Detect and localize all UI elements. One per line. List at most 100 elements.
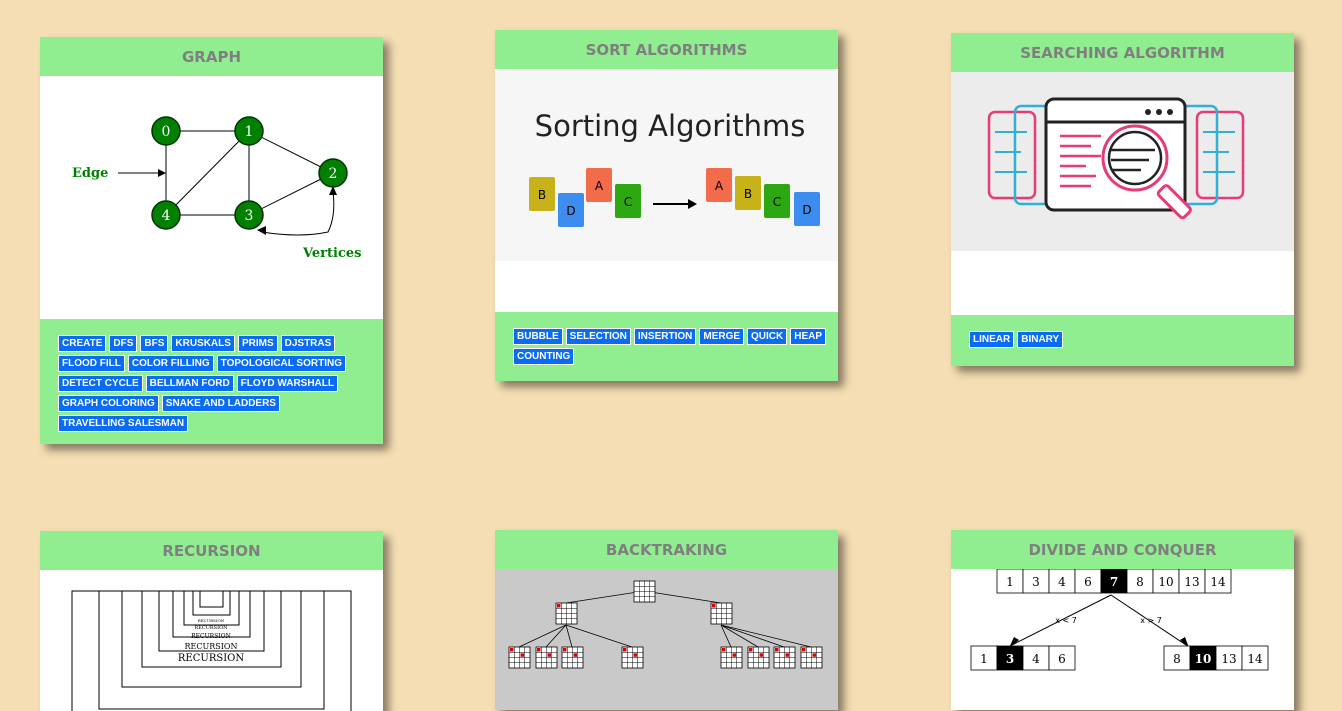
sort-buttons: BUBBLE SELECTION INSERTION MERGE QUICK H… <box>495 312 838 381</box>
create-button[interactable]: CREATE <box>58 335 107 352</box>
svg-text:10: 10 <box>1158 575 1173 589</box>
svg-text:6: 6 <box>1084 575 1092 589</box>
array-cell: 14 <box>1241 645 1269 671</box>
travelling-salesman-button[interactable]: TRAVELLING SALESMAN <box>58 415 189 432</box>
top-array: 1 3 4 6 7 8 10 13 14 <box>996 569 1232 594</box>
node-label: 0 <box>162 124 171 140</box>
recursion-card: RECURSION RECURSION RECURSION RECURSION … <box>40 531 383 711</box>
node-label: 3 <box>245 208 254 224</box>
merge-button[interactable]: MERGE <box>699 328 745 345</box>
search-buttons: LINEAR BINARY <box>951 315 1294 366</box>
right-condition: x > 7 <box>1140 616 1162 625</box>
left-condition: x < 7 <box>1055 616 1077 625</box>
divide-card: DIVIDE AND CONQUER 1 3 4 6 7 8 10 13 14 x < 7 x … <box>951 530 1294 710</box>
vertices-label: Vertices <box>302 246 361 261</box>
detect-cycle-button[interactable]: DETECT CYCLE <box>58 375 143 392</box>
chess-board <box>633 580 656 603</box>
chess-board <box>800 646 823 669</box>
recursion-word: RECURSION <box>198 618 225 623</box>
backtracking-image <box>495 569 838 710</box>
search-card-title: SEARCHING ALGORITHM <box>951 33 1294 72</box>
selection-button[interactable]: SELECTION <box>565 328 631 345</box>
chess-board <box>747 646 770 669</box>
chess-board <box>561 646 584 669</box>
svg-text:D: D <box>802 203 811 217</box>
chess-board <box>535 646 558 669</box>
svg-text:7: 7 <box>1110 575 1118 589</box>
array-cell: 3 <box>1022 569 1050 594</box>
left-array: 1346 <box>970 645 1076 671</box>
search-image <box>951 72 1294 315</box>
svg-text:A: A <box>715 179 724 193</box>
backtracking-card: BACKTRAKING <box>495 530 838 710</box>
chess-board <box>710 602 733 625</box>
array-cell: 14 <box>1204 569 1232 594</box>
svg-text:1: 1 <box>1006 575 1014 589</box>
array-cell: 1 <box>970 645 998 671</box>
flood-fill-button[interactable]: FLOOD FILL <box>58 355 125 372</box>
chess-board <box>773 646 796 669</box>
node-label: 4 <box>162 208 171 224</box>
djstras-button[interactable]: DJSTRAS <box>280 335 336 352</box>
bubble-button[interactable]: BUBBLE <box>513 328 563 345</box>
dfs-button[interactable]: DFS <box>109 335 138 352</box>
array-cell: 13 <box>1178 569 1206 594</box>
chess-board <box>555 602 578 625</box>
binary-button[interactable]: BINARY <box>1017 331 1064 348</box>
recursion-card-title: RECURSION <box>40 531 383 570</box>
counting-button[interactable]: COUNTING <box>513 348 575 365</box>
node-label: 2 <box>329 166 338 182</box>
linear-button[interactable]: LINEAR <box>969 331 1015 348</box>
edge-label: Edge <box>72 166 108 181</box>
heap-button[interactable]: HEAP <box>790 328 827 345</box>
color-filling-button[interactable]: COLOR FILLING <box>127 355 214 372</box>
array-cell: 6 <box>1074 569 1102 594</box>
array-cell: 3 <box>996 645 1024 671</box>
floyd-warshall-button[interactable]: FLOYD WARSHALL <box>236 375 338 392</box>
sort-card: SORT ALGORITHMS Sorting Algorithms B D A… <box>495 30 838 381</box>
search-card: SEARCHING ALGORITHM LINEAR BINARY <box>951 33 1294 366</box>
right-array: 8 10 13 14 <box>1163 645 1269 671</box>
quick-button[interactable]: QUICK <box>747 328 788 345</box>
graph-coloring-button[interactable]: GRAPH COLORING <box>58 395 159 412</box>
chess-board <box>621 646 644 669</box>
recursion-word: RECURSION <box>178 653 244 664</box>
array-cell: 8 <box>1126 569 1154 594</box>
svg-text:14: 14 <box>1210 575 1226 589</box>
graph-card: GRAPH 0 1 2 3 4 Edge Vertices CREATE DFS… <box>40 37 383 444</box>
recursion-word: RECURSION <box>191 633 231 640</box>
bellman-ford-button[interactable]: BELLMAN FORD <box>145 375 234 392</box>
bfs-button[interactable]: BFS <box>140 335 169 352</box>
svg-text:8: 8 <box>1136 575 1144 589</box>
backtracking-card-title: BACKTRAKING <box>495 530 838 569</box>
insertion-button[interactable]: INSERTION <box>633 328 697 345</box>
svg-text:C: C <box>773 195 781 209</box>
recursion-word: RECURSION <box>194 625 228 631</box>
svg-text:13: 13 <box>1184 575 1199 589</box>
prims-button[interactable]: PRIMS <box>237 335 278 352</box>
chess-board <box>720 646 743 669</box>
recursion-word: RECURSION <box>185 642 238 651</box>
array-cell: 13 <box>1215 645 1243 671</box>
divide-image: 1 3 4 6 7 8 10 13 14 x < 7 x > 7 1346 8 10 13 14 <box>951 569 1294 710</box>
array-cell: 7 <box>1100 569 1128 594</box>
snake-and-ladders-button[interactable]: SNAKE AND LADDERS <box>161 395 280 412</box>
array-cell: 1 <box>996 569 1024 594</box>
svg-text:C: C <box>624 195 632 209</box>
chess-board <box>508 646 531 669</box>
kruskals-button[interactable]: KRUSKALS <box>171 335 235 352</box>
array-cell: 10 <box>1152 569 1180 594</box>
svg-text:A: A <box>595 179 604 193</box>
array-cell: 8 <box>1163 645 1191 671</box>
graph-card-title: GRAPH <box>40 37 383 76</box>
graph-buttons: CREATE DFS BFS KRUSKALS PRIMS DJSTRAS FL… <box>40 319 383 444</box>
svg-text:4: 4 <box>1058 575 1066 589</box>
svg-text:3: 3 <box>1032 575 1040 589</box>
svg-text:D: D <box>566 204 575 218</box>
array-cell: 6 <box>1048 645 1076 671</box>
node-label: 1 <box>245 124 254 140</box>
svg-text:B: B <box>744 187 752 201</box>
recursion-image: RECURSION RECURSION RECURSION RECURSION … <box>40 570 383 711</box>
topological-sorting-button[interactable]: TOPOLOGICAL SORTING <box>216 355 346 372</box>
divide-card-title: DIVIDE AND CONQUER <box>951 530 1294 569</box>
